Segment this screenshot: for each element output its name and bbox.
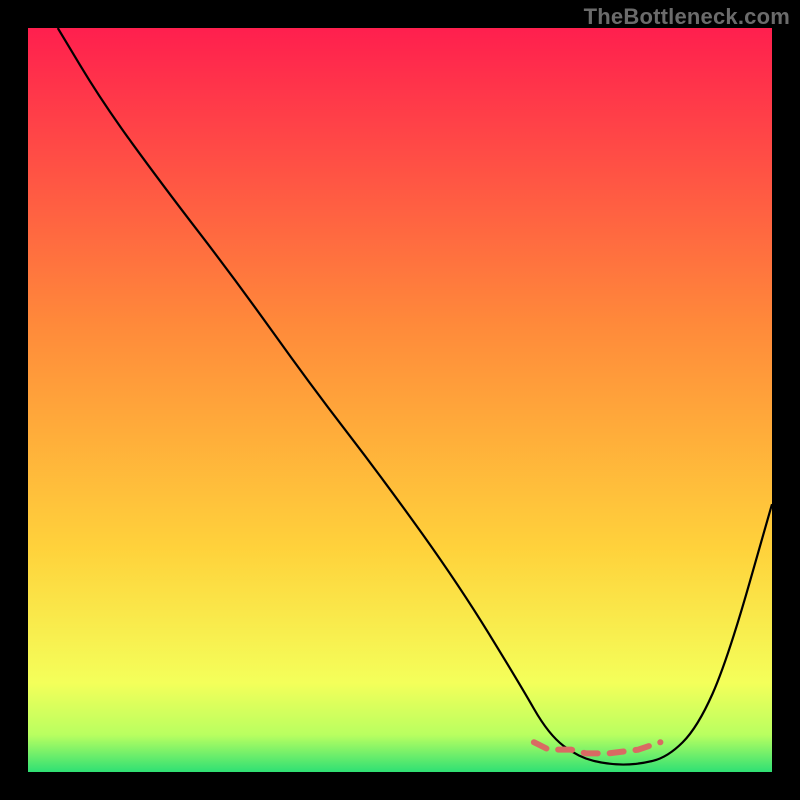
- plot-svg: [28, 28, 772, 772]
- watermark-text: TheBottleneck.com: [584, 4, 790, 30]
- gradient-background: [28, 28, 772, 772]
- chart-frame: TheBottleneck.com: [0, 0, 800, 800]
- plot-area: [28, 28, 772, 772]
